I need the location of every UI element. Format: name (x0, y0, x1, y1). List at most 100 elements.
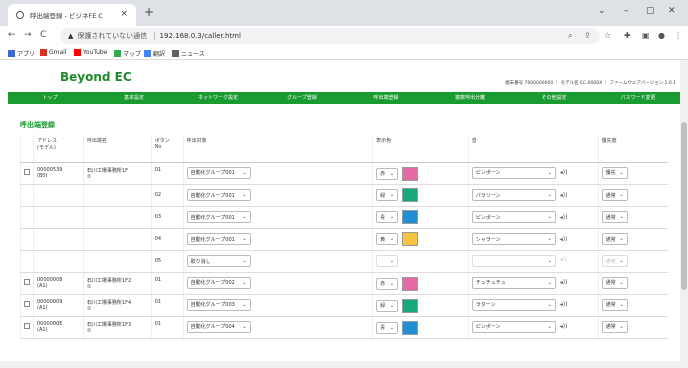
target-select[interactable]: 自動化グループ001 ⌄ (186, 233, 251, 245)
chevron-down-icon: ⌄ (619, 323, 624, 330)
cell-target: 自動化グループ003 ⌄ (182, 294, 373, 317)
menu-basic[interactable]: 基本設定 (92, 92, 176, 104)
extension-icon[interactable]: ✚ (624, 31, 631, 40)
bookmark-translate[interactable]: 翻訳 (144, 49, 165, 58)
priority-select[interactable]: 通常 ⌄ (601, 189, 628, 201)
header-button-no: ボタン No (150, 135, 184, 163)
target-select[interactable]: 取り消し ⌄ (186, 255, 251, 267)
sound-select[interactable]: ⌄ (471, 255, 556, 267)
bookmark-maps[interactable]: マップ (114, 49, 141, 58)
priority-select[interactable]: 通常 ⌄ (601, 320, 628, 333)
target-select[interactable]: 自動化グループ003 ⌄ (186, 298, 251, 311)
table-row: 00000539 (B0) 石川工場事務所1F ① 01 自動化グループ001 ⌄… (20, 162, 668, 185)
target-select[interactable]: 自動化グループ001 ⌄ (186, 211, 251, 223)
menu-split[interactable]: 複数呼出分離 (428, 92, 512, 104)
speaker-icon[interactable]: ◂)) (560, 192, 568, 199)
target-select[interactable]: 自動化グループ004 ⌄ (186, 320, 251, 333)
priority-select[interactable]: 通常 ⌄ (601, 298, 628, 311)
maximize-button[interactable]: ▢ (646, 6, 655, 16)
bookmark-youtube[interactable]: YouTube (74, 49, 107, 56)
share-icon[interactable]: ⇪ (584, 31, 591, 40)
speaker-icon[interactable]: ◂)) (560, 256, 568, 263)
scroll-thumb[interactable] (681, 122, 687, 290)
tab-title: 呼出端登録 - ビジネFE C (30, 12, 103, 20)
chevron-down-icon: ⌄ (242, 323, 247, 330)
speaker-icon[interactable]: ◂)) (560, 214, 568, 221)
row-checkbox[interactable] (24, 278, 30, 285)
color-select[interactable]: ⌄ (376, 255, 399, 267)
close-window-button[interactable]: ✕ (668, 6, 676, 16)
cell-target: 自動化グループ004 ⌄ (182, 316, 373, 339)
apps-icon (8, 50, 15, 57)
priority-select[interactable]: 通常 ⌄ (601, 255, 628, 267)
bookmark-apps[interactable]: アプリ (8, 49, 35, 58)
cell-button-no: 01 (150, 294, 184, 317)
speaker-icon[interactable]: ◂)) (560, 169, 568, 176)
sound-select[interactable]: チュチュチュ ⌄ (471, 276, 556, 289)
address-bar[interactable]: ▲ 保護されていない通信 | 192.168.0.3/caller.html (60, 28, 600, 44)
color-select[interactable]: 青 ⌄ (376, 321, 399, 334)
bookmark-gmail[interactable]: Gmail (40, 49, 67, 56)
priority-select[interactable]: 優先 ⌄ (601, 166, 628, 179)
color-select[interactable]: 赤 ⌄ (376, 277, 399, 290)
sound-select[interactable]: ピンポーン ⌄ (471, 320, 556, 333)
row-checkbox[interactable] (24, 300, 30, 307)
target-select[interactable]: 自動化グループ001 ⌄ (186, 166, 251, 179)
color-select[interactable]: 緑 ⌄ (376, 189, 399, 201)
main-menu: トップ 基本設定 ネットワーク設定 グループ登録 呼出端登録 複数呼出分離 その… (8, 92, 680, 104)
menu-top[interactable]: トップ (8, 92, 92, 104)
sound-select[interactable]: ピンポーン ⌄ (471, 211, 556, 223)
cell-target: 取り消し ⌄ (182, 250, 373, 273)
cell-color: 黄 ⌄ (372, 228, 469, 251)
color-select[interactable]: 赤 ⌄ (376, 167, 399, 180)
menu-group[interactable]: グループ登録 (260, 92, 344, 104)
speaker-icon[interactable]: ◂)) (560, 279, 568, 286)
menu-icon[interactable]: ⋮ (674, 31, 682, 40)
speaker-icon[interactable]: ◂)) (560, 236, 568, 243)
sound-select[interactable]: ラターン ⌄ (471, 298, 556, 311)
priority-select[interactable]: 通常 ⌄ (601, 276, 628, 289)
target-select[interactable]: 自動化グループ002 ⌄ (186, 276, 251, 289)
sound-select[interactable]: ピンポーン ⌄ (471, 166, 556, 179)
color-select[interactable]: 青 ⌄ (376, 211, 399, 223)
menu-other[interactable]: その他設定 (512, 92, 596, 104)
sidebar-icon[interactable]: ▣ (642, 31, 650, 40)
menu-caller[interactable]: 呼出端登録 (344, 92, 428, 104)
speaker-icon[interactable]: ◂)) (560, 301, 568, 308)
speaker-icon[interactable]: ◂)) (560, 323, 568, 330)
menu-password[interactable]: パスワード変更 (596, 92, 680, 104)
reload-button[interactable]: C (40, 30, 46, 40)
close-tab-icon[interactable]: × (120, 9, 128, 19)
target-select[interactable]: 自動化グループ001 ⌄ (186, 189, 251, 201)
horizontal-scrollbar[interactable] (0, 361, 680, 368)
cell-priority: 通常 ⌄ (597, 250, 668, 273)
sound-select[interactable]: シャラーン ⌄ (471, 233, 556, 245)
profile-icon[interactable]: ● (658, 31, 665, 40)
row-checkbox[interactable] (24, 168, 30, 175)
forward-button[interactable]: → (24, 30, 32, 40)
caller-table: アドレス (モデル) 呼出端名 ボタン No 呼出対象 表示色 音 優先度 00… (20, 135, 668, 339)
cell-sound: ピンポーン ⌄ ◂)) (467, 162, 599, 185)
minimize-button[interactable]: – (624, 6, 629, 16)
color-select[interactable]: 緑 ⌄ (376, 299, 399, 312)
new-tab-button[interactable]: + (144, 5, 154, 19)
priority-select[interactable]: 通常 ⌄ (601, 211, 628, 223)
bookmark-news[interactable]: ニュース (172, 49, 205, 58)
vertical-scrollbar[interactable] (680, 60, 688, 368)
header-select (20, 135, 34, 163)
cell-priority: 通常 ⌄ (597, 228, 668, 251)
menu-network[interactable]: ネットワーク設定 (176, 92, 260, 104)
star-icon[interactable]: ☆ (604, 31, 611, 40)
sound-select[interactable]: パラリーン ⌄ (471, 189, 556, 201)
tab-search-icon[interactable]: ⌄ (598, 6, 606, 16)
cell-address (33, 228, 84, 251)
cell-sound: チュチュチュ ⌄ ◂)) (467, 272, 599, 295)
chevron-down-icon: ⌄ (619, 169, 624, 176)
chevron-down-icon: ⌄ (242, 192, 247, 198)
priority-select[interactable]: 通常 ⌄ (601, 233, 628, 245)
back-button[interactable]: ← (8, 30, 16, 40)
color-select[interactable]: 黄 ⌄ (376, 233, 399, 245)
search-icon[interactable]: ⌕ (568, 31, 572, 41)
browser-tab[interactable]: 呼出端登録 - ビジネFE C × (8, 4, 136, 26)
row-checkbox[interactable] (24, 322, 30, 329)
